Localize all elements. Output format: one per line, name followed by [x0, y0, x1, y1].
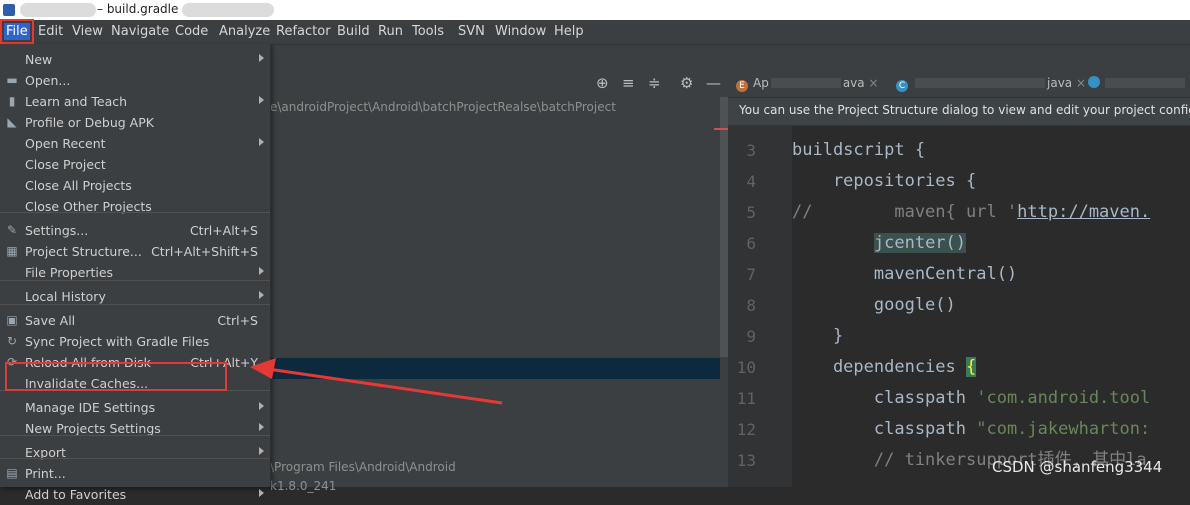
arrow-head: [250, 358, 276, 379]
arrow-shaft: [267, 367, 503, 405]
submenu-arrow-icon: [259, 489, 264, 497]
menu-item-label: Add to Favorites: [25, 487, 127, 502]
file-menu-item-add-to-favorites[interactable]: Add to Favorites: [0, 484, 270, 505]
annotation-arrow: [250, 358, 503, 405]
